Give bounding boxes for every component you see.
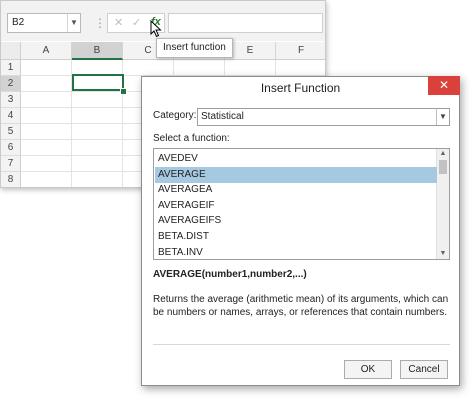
tooltip: Insert function xyxy=(156,38,233,58)
function-list-item[interactable]: AVERAGEIFS xyxy=(155,213,437,229)
check-icon[interactable]: ✓ xyxy=(132,16,141,30)
scroll-down-icon[interactable]: ▼ xyxy=(437,249,449,259)
name-box[interactable]: B2 ▼ xyxy=(7,13,81,33)
row-header[interactable]: 4 xyxy=(1,108,21,124)
cross-icon[interactable]: ✕ xyxy=(114,16,123,30)
function-list[interactable]: ▲ ▼ AVEDEV AVERAGE AVERAGEA AVERAGEIF AVERAG… xyxy=(153,148,450,260)
row-header[interactable]: 8 xyxy=(1,172,21,187)
function-list-item[interactable]: BETA.DIST xyxy=(155,229,437,245)
function-list-item[interactable]: AVERAGE xyxy=(155,166,437,183)
select-function-label: Select a function: xyxy=(153,133,230,144)
active-cell[interactable] xyxy=(72,74,124,91)
chevron-down-icon[interactable]: ▼ xyxy=(67,14,80,32)
dialog-title: Insert Function xyxy=(260,81,341,95)
category-select[interactable]: Statistical ▼ xyxy=(197,108,450,126)
insert-function-dialog: Insert Function ✕ Category: Statistical … xyxy=(141,76,460,386)
row-header[interactable]: 7 xyxy=(1,156,21,172)
cancel-button[interactable]: Cancel xyxy=(400,360,448,379)
function-signature: AVERAGE(number1,number2,...) xyxy=(153,269,307,280)
column-header[interactable]: B xyxy=(72,42,123,60)
scroll-thumb[interactable] xyxy=(439,160,447,174)
function-list-item[interactable]: BETA.INV xyxy=(155,245,437,259)
name-box-value: B2 xyxy=(12,17,25,28)
category-value: Statistical xyxy=(201,111,244,122)
function-description: Returns the average (arithmetic mean) of… xyxy=(153,294,449,318)
column-header[interactable]: F xyxy=(276,42,325,60)
mouse-cursor-icon xyxy=(150,20,162,38)
ok-button[interactable]: OK xyxy=(344,360,392,379)
row-header[interactable]: 5 xyxy=(1,124,21,140)
column-header[interactable]: A xyxy=(21,42,72,60)
row-header[interactable]: 1 xyxy=(1,60,21,76)
function-list-item[interactable]: AVERAGEA xyxy=(155,182,437,198)
scrollbar[interactable]: ▲ ▼ xyxy=(436,149,449,259)
grip-icon: ⋮ xyxy=(94,16,106,30)
category-label: Category: xyxy=(153,110,197,121)
function-list-item[interactable]: AVEDEV xyxy=(155,151,437,167)
fill-handle[interactable] xyxy=(120,88,127,95)
function-list-item[interactable]: AVERAGEIF xyxy=(155,198,437,214)
row-header[interactable]: 2 xyxy=(1,76,21,92)
row-header[interactable]: 6 xyxy=(1,140,21,156)
divider xyxy=(153,344,450,345)
row-header[interactable]: 3 xyxy=(1,92,21,108)
formula-input[interactable] xyxy=(168,13,323,33)
formula-bar: B2 ▼ ⋮ ✕ ✓ fx xyxy=(1,1,325,41)
close-icon[interactable]: ✕ xyxy=(428,76,460,95)
select-all-corner[interactable] xyxy=(1,42,21,60)
chevron-down-icon[interactable]: ▼ xyxy=(436,109,449,125)
scroll-up-icon[interactable]: ▲ xyxy=(437,149,449,159)
